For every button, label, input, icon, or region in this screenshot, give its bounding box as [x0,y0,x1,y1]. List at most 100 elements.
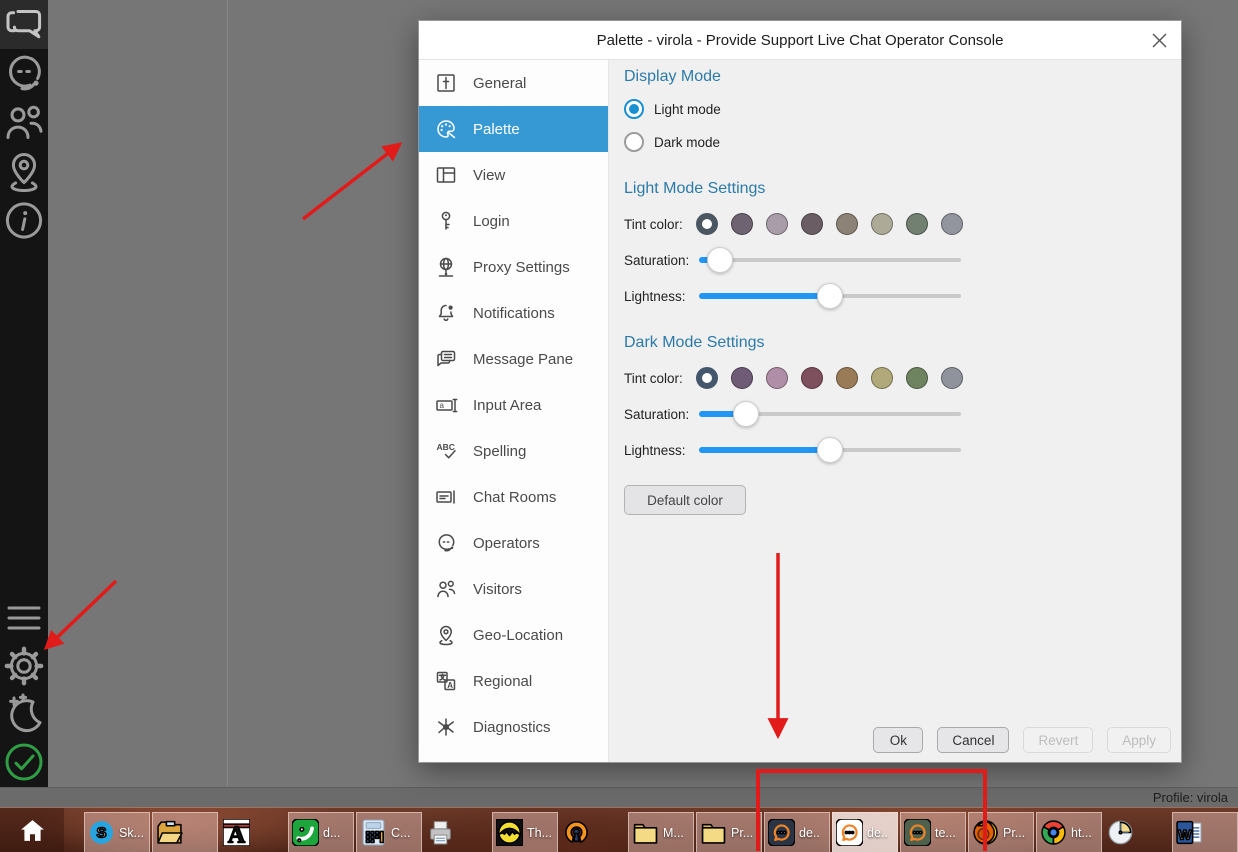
taskbar-item-openvpn[interactable] [560,812,626,852]
tint-swatch[interactable] [766,367,788,389]
ok-button[interactable]: Ok [873,727,923,753]
tint-swatch[interactable] [871,367,893,389]
globe-icon [434,255,458,279]
settings-nav-item-diagnostics[interactable]: Diagnostics [419,704,608,750]
tint-swatch[interactable] [731,367,753,389]
layout-icon [434,163,458,187]
printer-icon [427,819,454,846]
tint-swatch[interactable] [801,367,823,389]
rail-visitors-icon[interactable] [0,98,48,147]
tint-swatch[interactable] [731,213,753,235]
tint-swatch[interactable] [766,213,788,235]
radio-option-dark-mode[interactable]: Dark mode [624,131,1181,153]
saturation-slider[interactable] [699,401,961,427]
radio-unselected-icon[interactable] [624,132,644,152]
tint-swatch[interactable] [906,213,928,235]
settings-nav-item-input-area[interactable]: aInput Area [419,382,608,428]
lightness-slider[interactable] [699,437,961,463]
word-icon: W [1176,819,1203,846]
tint-swatch[interactable] [836,213,858,235]
nav-item-label: Message Pane [473,351,573,368]
slider-thumb[interactable] [817,437,843,463]
slider-thumb[interactable] [817,283,843,309]
app-sidebar-bottom-icons [0,594,48,786]
settings-nav-item-operators[interactable]: Operators [419,520,608,566]
rail-moon-stars-icon[interactable] [0,690,48,738]
taskbar-item-printer[interactable] [424,812,490,852]
tint-swatch[interactable] [941,213,963,235]
nav-item-label: Spelling [473,443,526,460]
tint-swatch-selected[interactable] [696,367,718,389]
slider-thumb[interactable] [707,247,733,273]
nav-item-label: Proxy Settings [473,259,570,276]
settings-nav-item-notifications[interactable]: Notifications [419,290,608,336]
svg-text:S: S [96,825,106,842]
rail-gear-icon[interactable] [0,642,48,690]
taskbar-item-explorer[interactable] [152,812,218,852]
slider-track[interactable] [699,258,961,262]
svg-text:a: a [440,401,445,410]
settings-nav-item-message-pane[interactable]: Message Pane [419,336,608,382]
settings-nav-item-general[interactable]: General [419,60,608,106]
tint-swatch[interactable] [906,367,928,389]
settings-nav-item-spelling[interactable]: ABCSpelling [419,428,608,474]
taskbar-item-clock[interactable] [1104,812,1170,852]
close-icon[interactable] [1147,28,1171,52]
taskbar-item-firefox[interactable]: Pr... [968,812,1034,852]
dopus-icon [292,819,319,846]
settings-nav-item-view[interactable]: View [419,152,608,198]
settings-nav-item-chat-rooms[interactable]: Chat Rooms [419,474,608,520]
display-mode-options: Light mode Dark mode [624,98,1181,153]
settings-nav-item-regional[interactable]: ARegional [419,658,608,704]
rail-chat-bubbles-icon[interactable] [0,0,48,49]
letter-a-icon: A [223,819,250,846]
taskbar-item-thebat[interactable]: Th... [492,812,558,852]
settings-nav-item-palette[interactable]: Palette [419,106,608,152]
taskbar-item-virola-green[interactable]: te... [900,812,966,852]
tint-swatch[interactable] [871,213,893,235]
taskbar-item-virola-light[interactable]: de.. [832,812,898,852]
lightness-label: Lightness: [624,289,696,304]
taskbar-item-folder[interactable]: M... [628,812,694,852]
rail-info-icon[interactable] [0,196,48,245]
taskbar-item-dopus[interactable]: d... [288,812,354,852]
visitors-icon [434,577,458,601]
tint-swatch[interactable] [836,367,858,389]
taskbar-item-home[interactable] [0,808,64,852]
taskbar-item-calculator[interactable]: C... [356,812,422,852]
radio-selected-icon[interactable] [624,99,644,119]
settings-nav-item-proxy-settings[interactable]: Proxy Settings [419,244,608,290]
settings-nav-item-login[interactable]: Login [419,198,608,244]
taskbar-item-label: Sk... [119,826,144,840]
rail-location-pin-icon[interactable] [0,147,48,196]
rail-operator-headset-icon[interactable] [0,49,48,98]
default-color-button[interactable]: Default color [624,485,746,515]
app-sidebar [0,0,48,787]
radio-label: Light mode [654,102,721,117]
lightness-label: Lightness: [624,443,696,458]
tint-swatch[interactable] [941,367,963,389]
annotation-arrow-to-palette-nav [303,144,400,219]
saturation-slider[interactable] [699,247,961,273]
tint-swatch-selected[interactable] [696,213,718,235]
slider-thumb[interactable] [733,401,759,427]
rail-check-circle-icon[interactable] [0,738,48,786]
taskbar-item-skype[interactable]: S Sk... [84,812,150,852]
saturation-row: Saturation: [624,403,1181,425]
taskbar-item-word[interactable]: W [1172,812,1238,852]
nav-item-label: Palette [473,121,520,138]
section-heading: Light Mode Settings [624,179,1181,199]
saturation-label: Saturation: [624,407,696,422]
taskbar-item-letter-a[interactable]: A [220,812,286,852]
radio-option-light-mode[interactable]: Light mode [624,98,1181,120]
lightness-slider[interactable] [699,283,961,309]
tint-swatch[interactable] [801,213,823,235]
settings-nav-item-visitors[interactable]: Visitors [419,566,608,612]
taskbar-item-virola-dark[interactable]: de.. [764,812,830,852]
rail-menu-icon[interactable] [0,594,48,642]
settings-nav-item-geo-location[interactable]: Geo-Location [419,612,608,658]
taskbar-item-folder[interactable]: Pr... [696,812,762,852]
cancel-button[interactable]: Cancel [937,727,1009,753]
taskbar-item-chrome[interactable]: ht... [1036,812,1102,852]
light-mode-settings-section: Light Mode SettingsTint color:Saturation… [624,179,1181,307]
